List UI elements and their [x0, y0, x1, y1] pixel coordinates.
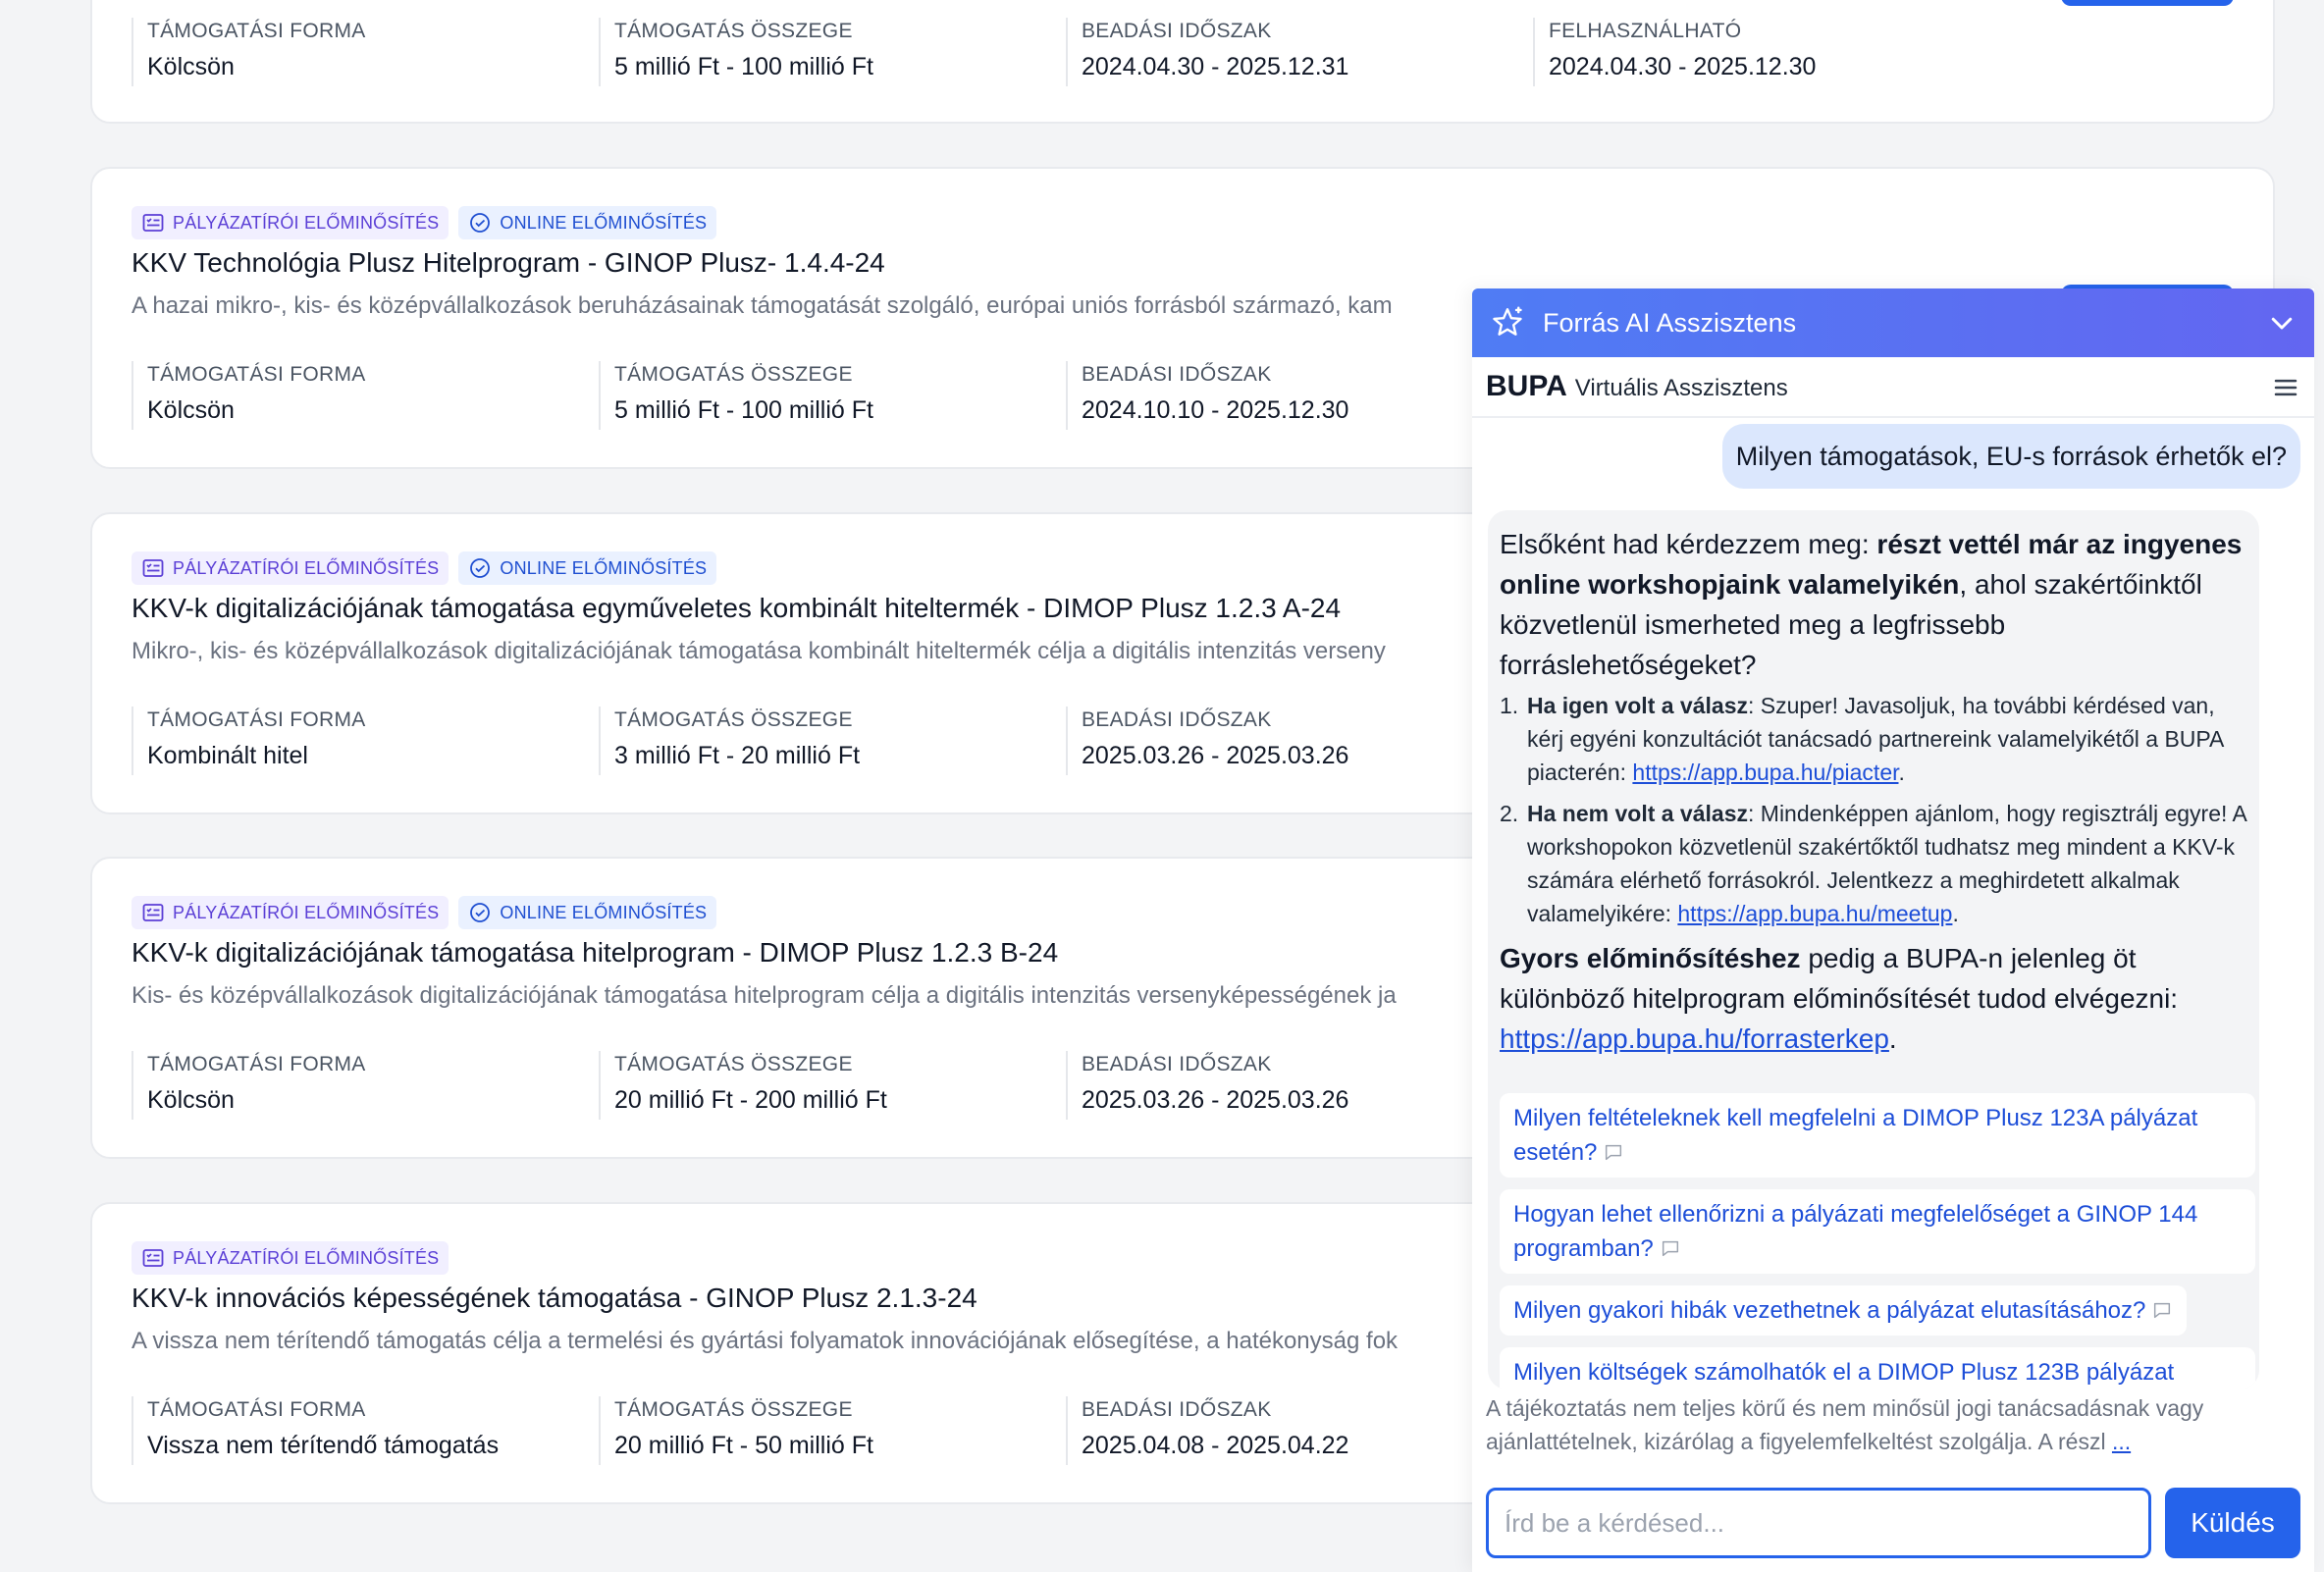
meetup-link[interactable]: https://app.bupa.hu/meetup [1677, 901, 1952, 926]
badge-online-prequal: ONLINE ELŐMINŐSÍTÉS [458, 896, 717, 929]
field-submission-period: BEADÁSI IDŐSZAK 2025.04.08 - 2025.04.22 [1066, 1396, 1533, 1465]
check-circle-icon [470, 213, 491, 233]
grant-card[interactable]: TÁMOGATÁSI FORMA Kölcsön TÁMOGATÁS ÖSSZE… [90, 0, 2275, 124]
checklist-icon [142, 1249, 164, 1267]
field-submission-period: BEADÁSI IDŐSZAK 2025.03.26 - 2025.03.26 [1066, 1051, 1533, 1120]
checklist-icon [142, 904, 164, 921]
field-usable-period: FELHASZNÁLHATÓ 2024.04.30 - 2025.12.30 [1533, 18, 2000, 86]
assistant-paragraph: Elsőként had kérdezzem meg: részt vettél… [1500, 529, 2243, 680]
disclaimer-text: A tájékoztatás nem teljes körű és nem mi… [1486, 1395, 2204, 1454]
assistant-message: Elsőként had kérdezzem meg: részt vettél… [1488, 510, 2259, 1389]
brand-subtitle: Virtuális Asszisztens [1574, 375, 1788, 401]
card-title[interactable]: KKV-k innovációs képességének támogatása… [132, 1283, 977, 1314]
card-description: A hazai mikro-, kis- és középvállalkozás… [132, 292, 1393, 319]
check-circle-icon [470, 903, 491, 922]
field-support-amount: TÁMOGATÁS ÖSSZEGE 3 millió Ft - 20 milli… [599, 707, 1066, 775]
piacter-link[interactable]: https://app.bupa.hu/piacter [1632, 760, 1898, 785]
field-support-form: TÁMOGATÁSI FORMA Kombinált hitel [132, 707, 599, 775]
brand-logo-text: BUPA [1486, 370, 1567, 402]
checklist-icon [142, 559, 164, 577]
speech-bubble-icon [2154, 1302, 2171, 1319]
field-support-amount: TÁMOGATÁS ÖSSZEGE 20 millió Ft - 200 mil… [599, 1051, 1066, 1120]
assistant-paragraph: Gyors előminősítéshez pedig a BUPA-n jel… [1500, 943, 2179, 1054]
send-button[interactable]: Küldés [2165, 1488, 2300, 1558]
assistant-brand-bar: BUPA Virtuális Asszisztens [1472, 357, 2314, 418]
ai-assistant-panel: Forrás AI Asszisztens BUPA Virtuális Ass… [1472, 288, 2314, 1572]
badge-online-prequal: ONLINE ELŐMINŐSÍTÉS [458, 206, 717, 239]
badge-applicant-prequal: PÁLYÁZATÍRÓI ELŐMINŐSÍTÉS [132, 1241, 449, 1275]
field-support-amount: TÁMOGATÁS ÖSSZEGE 5 millió Ft - 100 mill… [599, 361, 1066, 430]
check-circle-icon [470, 558, 491, 578]
checklist-icon [142, 214, 164, 232]
badge-applicant-prequal: PÁLYÁZATÍRÓI ELŐMINŐSÍTÉS [132, 206, 449, 239]
apply-button[interactable] [2061, 0, 2234, 6]
card-title[interactable]: KKV-k digitalizációjának támogatása hite… [132, 937, 1058, 969]
suggested-question[interactable]: Milyen gyakori hibák vezethetnek a pályá… [1500, 1285, 2188, 1336]
card-description: Kis- és középvállalkozások digitalizáció… [132, 982, 1397, 1009]
field-support-form: TÁMOGATÁSI FORMA Kölcsön [132, 18, 599, 86]
sparkle-star-icon [1493, 306, 1522, 336]
field-support-form: TÁMOGATÁSI FORMA Kölcsön [132, 1051, 599, 1120]
assistant-list: 1. Ha igen volt a válasz: Szuper! Javaso… [1500, 689, 2255, 930]
suggested-question[interactable]: Milyen feltételeknek kell megfelelni a D… [1500, 1093, 2255, 1178]
user-message: Milyen támogatások, EU-s források érhető… [1721, 424, 2300, 489]
hamburger-menu-icon[interactable] [2271, 373, 2300, 402]
field-support-form: TÁMOGATÁSI FORMA Kölcsön [132, 361, 599, 430]
field-support-form: TÁMOGATÁSI FORMA Vissza nem térítendő tá… [132, 1396, 599, 1465]
field-submission-period: BEADÁSI IDŐSZAK 2024.04.30 - 2025.12.31 [1066, 18, 1533, 86]
question-input[interactable] [1486, 1488, 2151, 1558]
list-item: 2. Ha nem volt a válasz: Mindenképpen aj… [1500, 801, 2246, 926]
field-support-amount: TÁMOGATÁS ÖSSZEGE 5 millió Ft - 100 mill… [599, 18, 1066, 86]
card-title[interactable]: KKV-k digitalizációjának támogatása egym… [132, 593, 1341, 624]
suggested-questions: Milyen feltételeknek kell megfelelni a D… [1500, 1093, 2255, 1389]
suggested-question[interactable]: Milyen költségek számolhatók el a DIMOP … [1500, 1347, 2255, 1389]
suggested-question[interactable]: Hogyan lehet ellenőrizni a pályázati meg… [1500, 1189, 2255, 1274]
badge-online-prequal: ONLINE ELŐMINŐSÍTÉS [458, 551, 717, 585]
chat-header[interactable]: Forrás AI Asszisztens [1472, 288, 2314, 357]
speech-bubble-icon [1606, 1144, 1622, 1161]
chevron-down-icon[interactable] [2267, 308, 2297, 338]
field-support-amount: TÁMOGATÁS ÖSSZEGE 20 millió Ft - 50 mill… [599, 1396, 1066, 1465]
card-description: Mikro-, kis- és középvállalkozások digit… [132, 638, 1386, 664]
field-submission-period: BEADÁSI IDŐSZAK 2025.03.26 - 2025.03.26 [1066, 707, 1533, 775]
card-title[interactable]: KKV Technológia Plusz Hitelprogram - GIN… [132, 247, 885, 279]
forrasterkep-link[interactable]: https://app.bupa.hu/forrasterkep [1500, 1023, 1889, 1054]
disclaimer-more-link[interactable]: ... [2112, 1429, 2131, 1454]
list-item: 1. Ha igen volt a válasz: Szuper! Javaso… [1500, 693, 2224, 785]
speech-bubble-icon [1662, 1240, 1678, 1257]
badge-applicant-prequal: PÁLYÁZATÍRÓI ELŐMINŐSÍTÉS [132, 551, 449, 585]
field-submission-period: BEADÁSI IDŐSZAK 2024.10.10 - 2025.12.30 [1066, 361, 1533, 430]
card-description: A vissza nem térítendő támogatás célja a… [132, 1328, 1399, 1354]
chat-title: Forrás AI Asszisztens [1543, 307, 1797, 338]
badge-applicant-prequal: PÁLYÁZATÍRÓI ELŐMINŐSÍTÉS [132, 896, 449, 929]
